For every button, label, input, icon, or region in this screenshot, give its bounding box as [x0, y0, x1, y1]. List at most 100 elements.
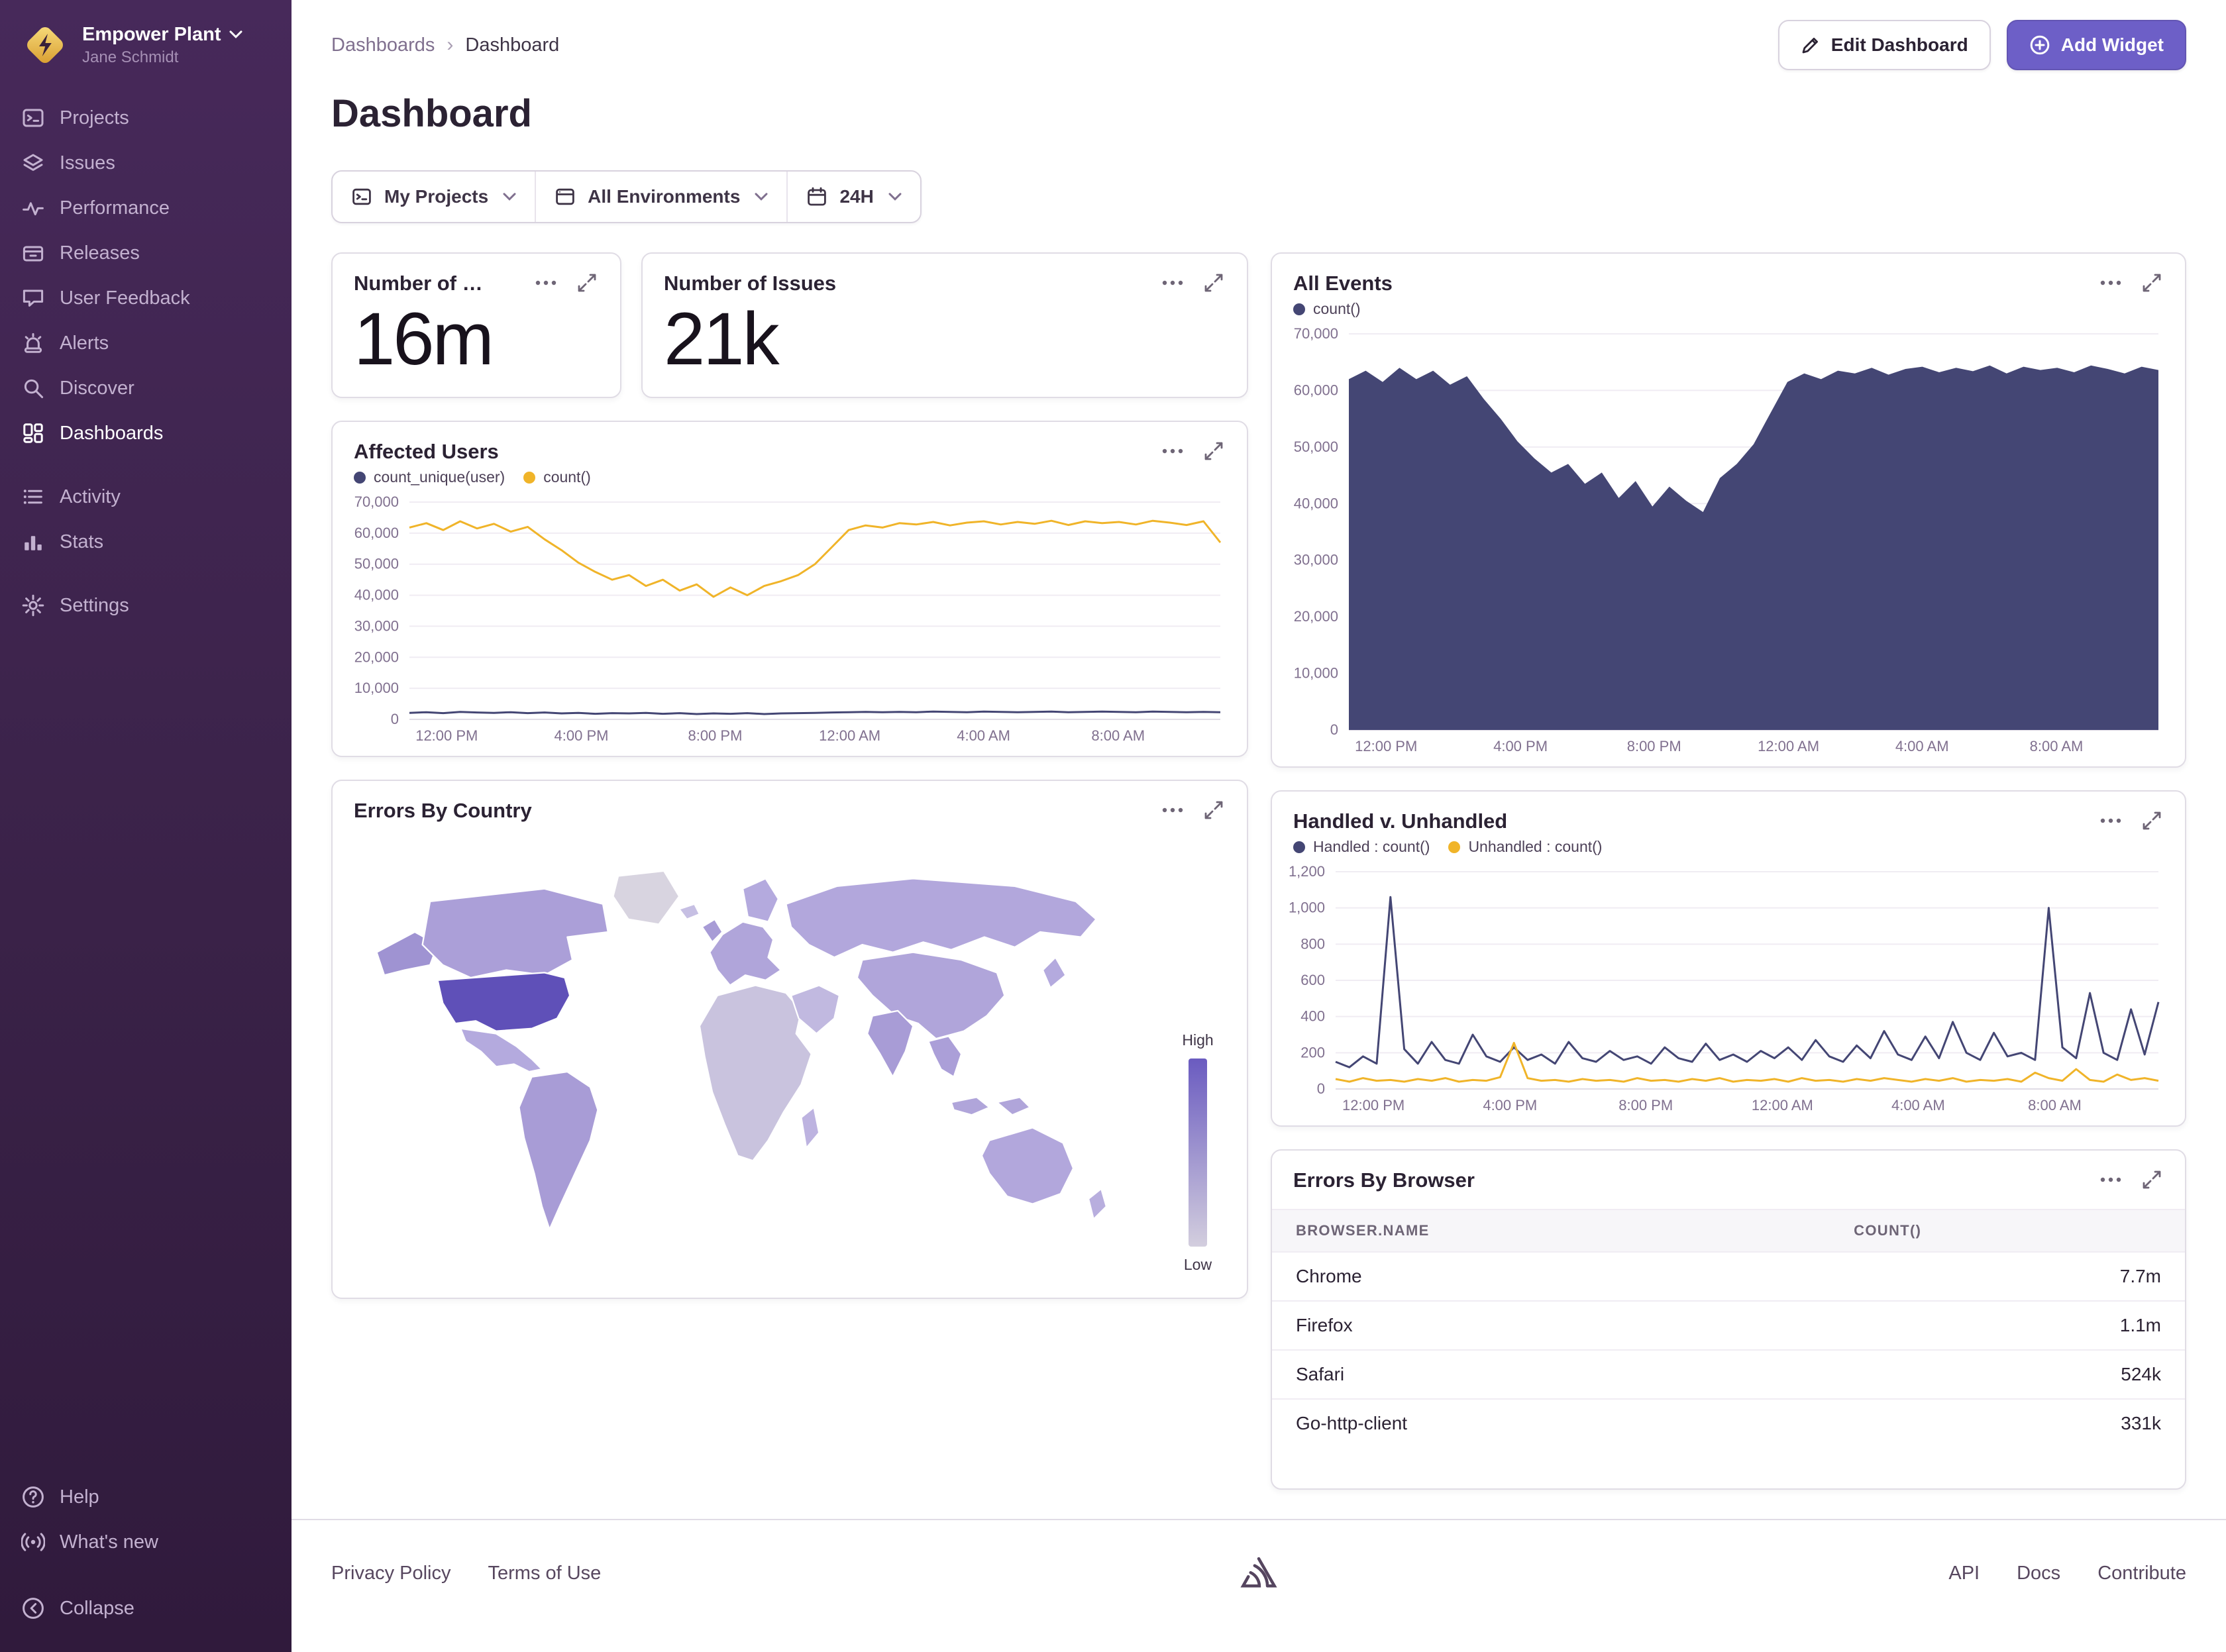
widget-menu-button[interactable] — [1159, 446, 1186, 456]
sidebar-item-help[interactable]: Help — [0, 1474, 292, 1520]
project-filter[interactable]: My Projects — [333, 172, 535, 222]
calendar-icon — [806, 186, 827, 207]
sidebar-item-issues[interactable]: Issues — [0, 140, 292, 185]
chevron-down-icon — [888, 192, 902, 201]
svg-text:12:00 PM: 12:00 PM — [415, 727, 478, 744]
widget-expand-button[interactable] — [2140, 1168, 2164, 1192]
org-switcher[interactable]: Empower Plant Jane Schmidt — [0, 21, 292, 69]
map-region-greenland — [613, 871, 679, 925]
projects-icon — [21, 106, 45, 130]
chevron-down-icon — [503, 192, 516, 201]
time-range-filter[interactable]: 24H — [786, 172, 920, 222]
legend-gradient-bar — [1189, 1058, 1207, 1247]
world-map: High Low — [333, 823, 1247, 1298]
widget-title: All Events — [1293, 271, 1393, 296]
svg-text:800: 800 — [1300, 935, 1325, 952]
app-root: Empower Plant Jane Schmidt Projects Issu… — [0, 0, 2226, 1652]
sidebar-item-alerts[interactable]: Alerts — [0, 321, 292, 366]
widget-expand-button[interactable] — [575, 271, 599, 295]
sidebar-item-discover[interactable]: Discover — [0, 366, 292, 411]
widget-menu-button[interactable] — [2097, 815, 2124, 826]
count-cell: 524k — [1830, 1350, 2185, 1399]
breadcrumb-separator: › — [447, 34, 453, 56]
sidebar-bottom: Help What's new Collapse — [0, 1474, 292, 1631]
sidebar-item-whats-new[interactable]: What's new — [0, 1520, 292, 1565]
svg-text:8:00 AM: 8:00 AM — [2030, 738, 2084, 754]
svg-text:0: 0 — [1330, 721, 1338, 738]
sidebar-item-dashboards[interactable]: Dashboards — [0, 411, 292, 456]
count-cell: 1.1m — [1830, 1301, 2185, 1350]
legend-dot-purple — [1293, 303, 1305, 315]
map-region-mexico — [460, 1029, 542, 1072]
widget-menu-button[interactable] — [1159, 278, 1186, 288]
svg-text:10,000: 10,000 — [1294, 665, 1338, 682]
stats-icon — [21, 530, 45, 554]
sidebar-item-user-feedback[interactable]: User Feedback — [0, 276, 292, 321]
projects-icon — [351, 186, 372, 207]
widget-expand-button[interactable] — [1202, 798, 1226, 822]
add-widget-button[interactable]: Add Widget — [2007, 20, 2186, 70]
time-range-label: 24H — [839, 186, 873, 207]
svg-text:12:00 AM: 12:00 AM — [819, 727, 880, 744]
svg-text:50,000: 50,000 — [354, 556, 399, 572]
plus-circle-icon — [2029, 34, 2050, 56]
environment-filter[interactable]: All Environments — [535, 172, 786, 222]
sidebar-item-stats[interactable]: Stats — [0, 519, 292, 564]
sidebar-item-projects[interactable]: Projects — [0, 95, 292, 140]
breadcrumb-dashboards-link[interactable]: Dashboards — [331, 34, 435, 56]
map-region-russia — [786, 878, 1096, 957]
dashboards-icon — [21, 421, 45, 445]
legend-dot-purple — [1293, 841, 1305, 853]
filter-bar: My Projects All Environments 24H — [331, 170, 922, 223]
widget-expand-button[interactable] — [1202, 439, 1226, 463]
map-region-madagascar — [801, 1108, 819, 1148]
widget-menu-button[interactable] — [2097, 278, 2124, 288]
svg-text:4:00 AM: 4:00 AM — [1895, 738, 1949, 754]
nav-divider — [0, 1565, 292, 1586]
sidebar-item-activity[interactable]: Activity — [0, 474, 292, 519]
sidebar-item-label: Stats — [60, 531, 103, 553]
map-region-usa — [438, 972, 570, 1031]
legend-dot-yellow — [523, 472, 535, 484]
pencil-icon — [1801, 35, 1821, 55]
stat-row: Number of Errors 16m Number of Issues — [331, 252, 1248, 398]
svg-text:70,000: 70,000 — [1294, 325, 1338, 342]
sidebar-item-collapse[interactable]: Collapse — [0, 1586, 292, 1631]
widget-menu-button[interactable] — [1159, 805, 1186, 815]
widget-number-of-errors: Number of Errors 16m — [331, 252, 621, 398]
browser-name-cell: Go-http-client — [1272, 1399, 1830, 1447]
topbar: Dashboards › Dashboard Edit Dashboard Ad… — [292, 0, 2226, 70]
privacy-policy-link[interactable]: Privacy Policy — [331, 1563, 451, 1584]
svg-text:60,000: 60,000 — [354, 525, 399, 541]
sidebar-item-label: Performance — [60, 197, 170, 219]
terms-of-use-link[interactable]: Terms of Use — [488, 1563, 602, 1584]
edit-dashboard-button[interactable]: Edit Dashboard — [1778, 20, 1991, 70]
legend-high-label: High — [1182, 1031, 1213, 1049]
widget-expand-button[interactable] — [1202, 271, 1226, 295]
map-region-scandinavia — [743, 878, 778, 921]
browser-name-cell: Safari — [1272, 1350, 1830, 1399]
map-region-canada — [423, 889, 608, 978]
svg-text:40,000: 40,000 — [354, 587, 399, 603]
contribute-link[interactable]: Contribute — [2097, 1563, 2186, 1584]
widget-expand-button[interactable] — [2140, 271, 2164, 295]
widget-expand-button[interactable] — [2140, 809, 2164, 833]
sidebar-item-settings[interactable]: Settings — [0, 583, 292, 628]
sidebar-item-performance[interactable]: Performance — [0, 185, 292, 231]
handled-unhandled-chart: 02004006008001,0001,20012:00 PM4:00 PM8:… — [1280, 861, 2172, 1115]
table-row: Safari 524k — [1272, 1350, 2185, 1399]
widget-title: Number of Errors — [354, 271, 492, 296]
widget-menu-button[interactable] — [533, 278, 559, 288]
svg-text:70,000: 70,000 — [354, 493, 399, 510]
docs-link[interactable]: Docs — [2017, 1563, 2060, 1584]
sidebar-item-label: Discover — [60, 377, 134, 399]
widget-menu-button[interactable] — [2097, 1174, 2124, 1185]
grid-column-left: Number of Errors 16m Number of Issues — [331, 252, 1248, 1299]
legend-label: Unhandled : count() — [1468, 838, 1602, 856]
api-link[interactable]: API — [1948, 1563, 1980, 1584]
discover-icon — [21, 376, 45, 400]
svg-text:4:00 AM: 4:00 AM — [957, 727, 1010, 744]
edit-dashboard-label: Edit Dashboard — [1831, 34, 1968, 56]
sidebar-item-releases[interactable]: Releases — [0, 231, 292, 276]
svg-text:8:00 AM: 8:00 AM — [2028, 1097, 2082, 1113]
